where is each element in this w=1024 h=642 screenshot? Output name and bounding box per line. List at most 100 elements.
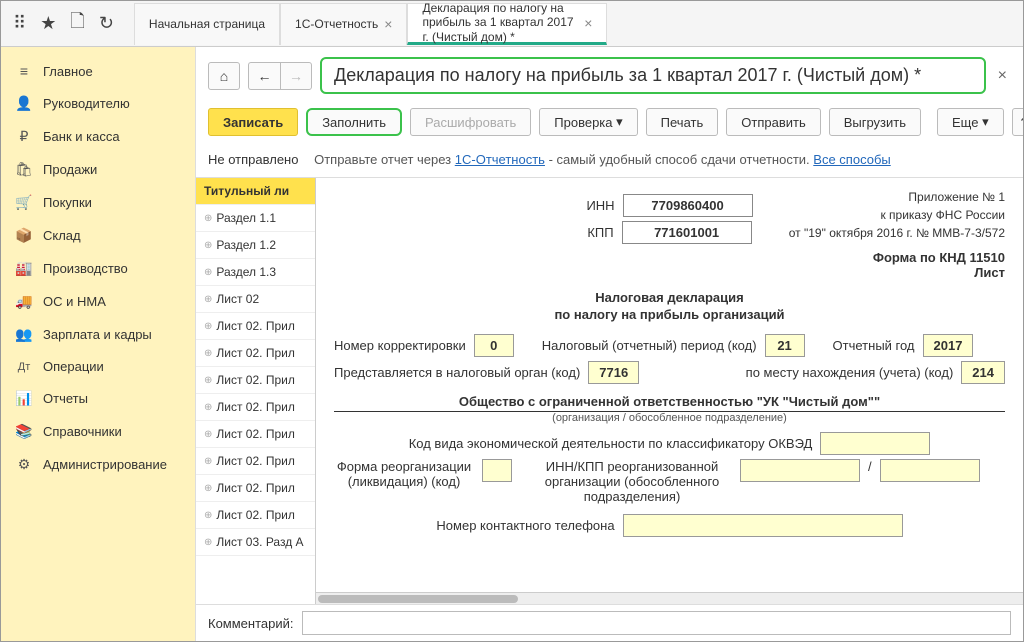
reorg-kpp-field[interactable] xyxy=(880,459,980,482)
help-button[interactable]: ? xyxy=(1012,108,1023,136)
tree-item[interactable]: ⊕Лист 02 xyxy=(196,286,315,313)
inn-field[interactable]: 7709860400 xyxy=(623,194,753,217)
star-icon[interactable]: ★ xyxy=(40,13,56,34)
export-button[interactable]: Выгрузить xyxy=(829,108,921,136)
home-button[interactable]: ⌂ xyxy=(208,62,240,90)
horizontal-scrollbar[interactable] xyxy=(316,592,1023,604)
reorg-label: Форма реорганизации (ликвидация) (код) xyxy=(334,459,474,489)
form-subtitle: по налогу на прибыль организаций xyxy=(334,307,1005,322)
corr-label: Номер корректировки xyxy=(334,338,466,353)
close-icon[interactable]: × xyxy=(384,16,392,32)
close-page-button[interactable]: × xyxy=(994,67,1011,85)
tree-item[interactable]: ⊕Лист 02. Прил xyxy=(196,475,315,502)
bag-icon: 🛍 xyxy=(15,161,33,178)
sidebar-item-directories[interactable]: 📚Справочники xyxy=(1,415,195,448)
top-icon-group: ⠿ ★ 🗋 ↻ xyxy=(1,9,126,39)
place-field[interactable]: 214 xyxy=(961,361,1005,384)
org-sub: (организация / обособленное подразделени… xyxy=(334,412,1005,424)
tab-home[interactable]: Начальная страница xyxy=(134,3,280,45)
cart-icon: 🛒 xyxy=(15,194,33,211)
tree-item[interactable]: ⊕Лист 02. Прил xyxy=(196,367,315,394)
sidebar-item-main[interactable]: ≡Главное xyxy=(1,55,195,87)
menu-icon: ≡ xyxy=(15,63,33,79)
tree-item[interactable]: Титульный ли xyxy=(196,178,315,205)
sidebar-item-reports[interactable]: 📊Отчеты xyxy=(1,382,195,415)
save-button[interactable]: Записать xyxy=(208,108,298,136)
sidebar-item-production[interactable]: 🏭Производство xyxy=(1,252,195,285)
bullet-icon: ⊕ xyxy=(204,294,212,305)
year-field[interactable]: 2017 xyxy=(923,334,974,357)
tree-item[interactable]: ⊕Раздел 1.3 xyxy=(196,259,315,286)
organ-field[interactable]: 7716 xyxy=(588,361,639,384)
check-button[interactable]: Проверка ▾ xyxy=(539,108,637,136)
reorg-inn-label: ИНН/КПП реорганизованной организации (об… xyxy=(532,459,732,504)
sidebar-item-warehouse[interactable]: 📦Склад xyxy=(1,219,195,252)
org-name: Общество с ограниченной ответственностью… xyxy=(334,392,1005,412)
link-all-methods[interactable]: Все способы xyxy=(813,152,890,167)
box-icon: 📦 xyxy=(15,227,33,244)
okved-label: Код вида экономической деятельности по к… xyxy=(409,436,813,451)
tree-item[interactable]: ⊕Лист 02. Прил xyxy=(196,421,315,448)
gear-icon: ⚙ xyxy=(15,456,33,473)
status-bar: Не отправлено Отправьте отчет через 1С-О… xyxy=(196,146,1023,178)
sidebar-item-operations[interactable]: ДтОперации xyxy=(1,351,195,382)
corr-field[interactable]: 0 xyxy=(474,334,514,357)
sidebar-item-assets[interactable]: 🚚ОС и НМА xyxy=(1,285,195,318)
close-icon[interactable]: × xyxy=(584,15,592,31)
tree-item[interactable]: ⊕Раздел 1.1 xyxy=(196,205,315,232)
books-icon: 📚 xyxy=(15,423,33,440)
factory-icon: 🏭 xyxy=(15,260,33,277)
send-button[interactable]: Отправить xyxy=(726,108,820,136)
tab-reporting[interactable]: 1С-Отчетность× xyxy=(280,3,407,45)
sidebar-item-admin[interactable]: ⚙Администрирование xyxy=(1,448,195,481)
knd-note: Форма по КНД 11510 Лист xyxy=(334,250,1005,280)
sidebar-item-bank[interactable]: ₽Банк и касса xyxy=(1,120,195,153)
reorg-field[interactable] xyxy=(482,459,512,482)
form-title: Налоговая декларация xyxy=(334,290,1005,305)
comment-input[interactable] xyxy=(302,611,1012,635)
decode-button[interactable]: Расшифровать xyxy=(410,108,531,136)
dt-icon: Дт xyxy=(15,361,33,373)
tree-item[interactable]: ⊕Лист 03. Разд А xyxy=(196,529,315,556)
back-button[interactable]: ← xyxy=(248,62,280,90)
tree-item[interactable]: ⊕Лист 02. Прил xyxy=(196,448,315,475)
bullet-icon: ⊕ xyxy=(204,402,212,413)
bullet-icon: ⊕ xyxy=(204,348,212,359)
bullet-icon: ⊕ xyxy=(204,483,212,494)
apps-icon[interactable]: ⠿ xyxy=(13,13,26,34)
form-body: Приложение № 1 к приказу ФНС России от "… xyxy=(316,178,1023,592)
sidebar-item-manager[interactable]: 👤Руководителю xyxy=(1,87,195,120)
comment-row: Комментарий: xyxy=(196,604,1023,641)
user-icon: 👤 xyxy=(15,95,33,112)
bullet-icon: ⊕ xyxy=(204,213,212,224)
comment-label: Комментарий: xyxy=(208,616,294,631)
more-button[interactable]: Еще ▾ xyxy=(937,108,1004,136)
sidebar-item-purchases[interactable]: 🛒Покупки xyxy=(1,186,195,219)
tree-item[interactable]: ⊕Раздел 1.2 xyxy=(196,232,315,259)
kpp-label: КПП xyxy=(587,225,613,240)
tree-item[interactable]: ⊕Лист 02. Прил xyxy=(196,313,315,340)
truck-icon: 🚚 xyxy=(15,293,33,310)
print-button[interactable]: Печать xyxy=(646,108,719,136)
kpp-field[interactable]: 771601001 xyxy=(622,221,752,244)
reorg-inn-field[interactable] xyxy=(740,459,860,482)
period-field[interactable]: 21 xyxy=(765,334,805,357)
okved-field[interactable] xyxy=(820,432,930,455)
history-icon[interactable]: ↻ xyxy=(99,13,114,34)
scrollbar-thumb[interactable] xyxy=(318,595,518,603)
link-1c-reporting[interactable]: 1С-Отчетность xyxy=(455,152,545,167)
clipboard-icon[interactable]: 🗋 xyxy=(70,9,84,39)
sidebar-item-sales[interactable]: 🛍Продажи xyxy=(1,153,195,186)
tree-item[interactable]: ⊕Лист 02. Прил xyxy=(196,394,315,421)
forward-button[interactable]: → xyxy=(280,62,312,90)
tab-declaration[interactable]: Декларация по налогу на прибыль за 1 ква… xyxy=(407,3,607,45)
tree-item[interactable]: ⊕Лист 02. Прил xyxy=(196,502,315,529)
bullet-icon: ⊕ xyxy=(204,429,212,440)
tree-item[interactable]: ⊕Лист 02. Прил xyxy=(196,340,315,367)
page-title: Декларация по налогу на прибыль за 1 ква… xyxy=(320,57,986,94)
fill-button[interactable]: Заполнить xyxy=(306,108,402,136)
phone-field[interactable] xyxy=(623,514,903,537)
toolbar: Записать Заполнить Расшифровать Проверка… xyxy=(196,104,1023,146)
bullet-icon: ⊕ xyxy=(204,456,212,467)
sidebar-item-salary[interactable]: 👥Зарплата и кадры xyxy=(1,318,195,351)
